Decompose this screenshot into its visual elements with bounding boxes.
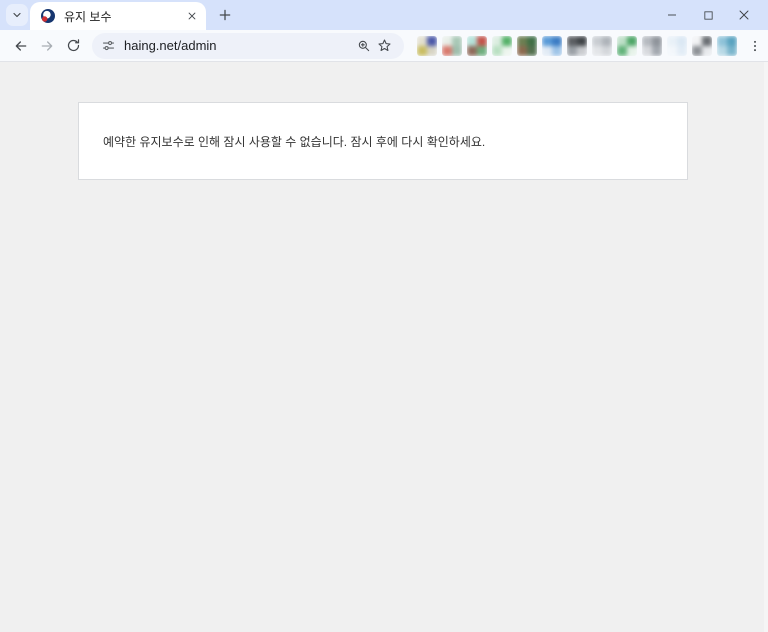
site-settings-icon (102, 40, 115, 51)
extension-icon-4-pixels (492, 35, 512, 56)
plus-icon (219, 9, 231, 21)
extension-icon-12-pixels (692, 35, 712, 56)
extension-icon-9-pixels (617, 35, 637, 56)
extension-icon-2[interactable] (442, 35, 462, 56)
extension-icon-1-pixels (417, 35, 437, 56)
close-button[interactable] (726, 1, 762, 29)
browser-tab-strip: 유지 보수 (0, 0, 768, 30)
star-icon (377, 39, 391, 52)
extension-icon-10-pixels (642, 35, 662, 56)
extension-icon-10[interactable] (642, 35, 662, 56)
extension-icon-8[interactable] (592, 35, 612, 56)
tab-close-icon[interactable] (184, 8, 200, 24)
page-content: 예약한 유지보수로 인해 잠시 사용할 수 없습니다. 잠시 후에 다시 확인하… (0, 62, 768, 632)
back-icon (15, 40, 27, 51)
maximize-button[interactable] (690, 1, 726, 29)
maintenance-message: 예약한 유지보수로 인해 잠시 사용할 수 없습니다. 잠시 후에 다시 확인하… (103, 134, 486, 149)
tab-search-button[interactable] (6, 4, 28, 26)
extensions-area (417, 35, 737, 56)
extension-icon-11-pixels (667, 35, 687, 56)
reload-button[interactable] (60, 33, 86, 59)
window-controls (654, 0, 762, 30)
extension-icon-2-pixels (442, 35, 462, 56)
url-text[interactable]: haing.net/admin (124, 38, 354, 53)
minimize-button[interactable] (654, 1, 690, 29)
extension-icon-3[interactable] (467, 35, 487, 56)
extension-icon-7[interactable] (567, 35, 587, 56)
new-tab-button[interactable] (212, 2, 238, 28)
zoom-button[interactable] (354, 36, 374, 56)
extension-icon-6-pixels (542, 35, 562, 56)
tab-title: 유지 보수 (64, 9, 112, 24)
maximize-icon (703, 10, 713, 20)
browser-menu-button[interactable] (743, 34, 767, 58)
extension-icon-7-pixels (567, 35, 587, 56)
extension-icon-11[interactable] (667, 35, 687, 56)
browser-window: 유지 보수 haing.net/admin 예약한 유지보수로 인해 잠시 사용… (0, 0, 768, 632)
extension-icon-13[interactable] (717, 35, 737, 56)
extension-icon-1[interactable] (417, 35, 437, 56)
extension-icon-4[interactable] (492, 35, 512, 56)
close-icon (739, 10, 749, 20)
browser-toolbar: haing.net/admin (0, 30, 768, 62)
extension-icon-8-pixels (592, 35, 612, 56)
extension-icon-5-pixels (517, 35, 537, 56)
reload-icon (67, 39, 79, 52)
address-bar[interactable]: haing.net/admin (92, 32, 404, 59)
forward-button[interactable] (34, 33, 60, 59)
extension-icon-9[interactable] (617, 35, 637, 56)
minimize-icon (668, 14, 676, 16)
extension-icon-12[interactable] (692, 35, 712, 56)
browser-tab-active[interactable]: 유지 보수 (30, 2, 206, 30)
back-button[interactable] (8, 33, 34, 59)
maintenance-message-box: 예약한 유지보수로 인해 잠시 사용할 수 없습니다. 잠시 후에 다시 확인하… (78, 102, 688, 180)
extension-icon-13-pixels (717, 35, 737, 56)
zoom-in-icon (358, 40, 370, 51)
chevron-down-icon (13, 12, 21, 18)
korea-gov-favicon (41, 9, 55, 23)
extension-icon-3-pixels (467, 35, 487, 56)
bookmark-button[interactable] (374, 36, 394, 56)
forward-icon (41, 40, 53, 51)
three-dot-menu-icon (754, 40, 756, 51)
extension-icon-5[interactable] (517, 35, 537, 56)
extension-icon-6[interactable] (542, 35, 562, 56)
